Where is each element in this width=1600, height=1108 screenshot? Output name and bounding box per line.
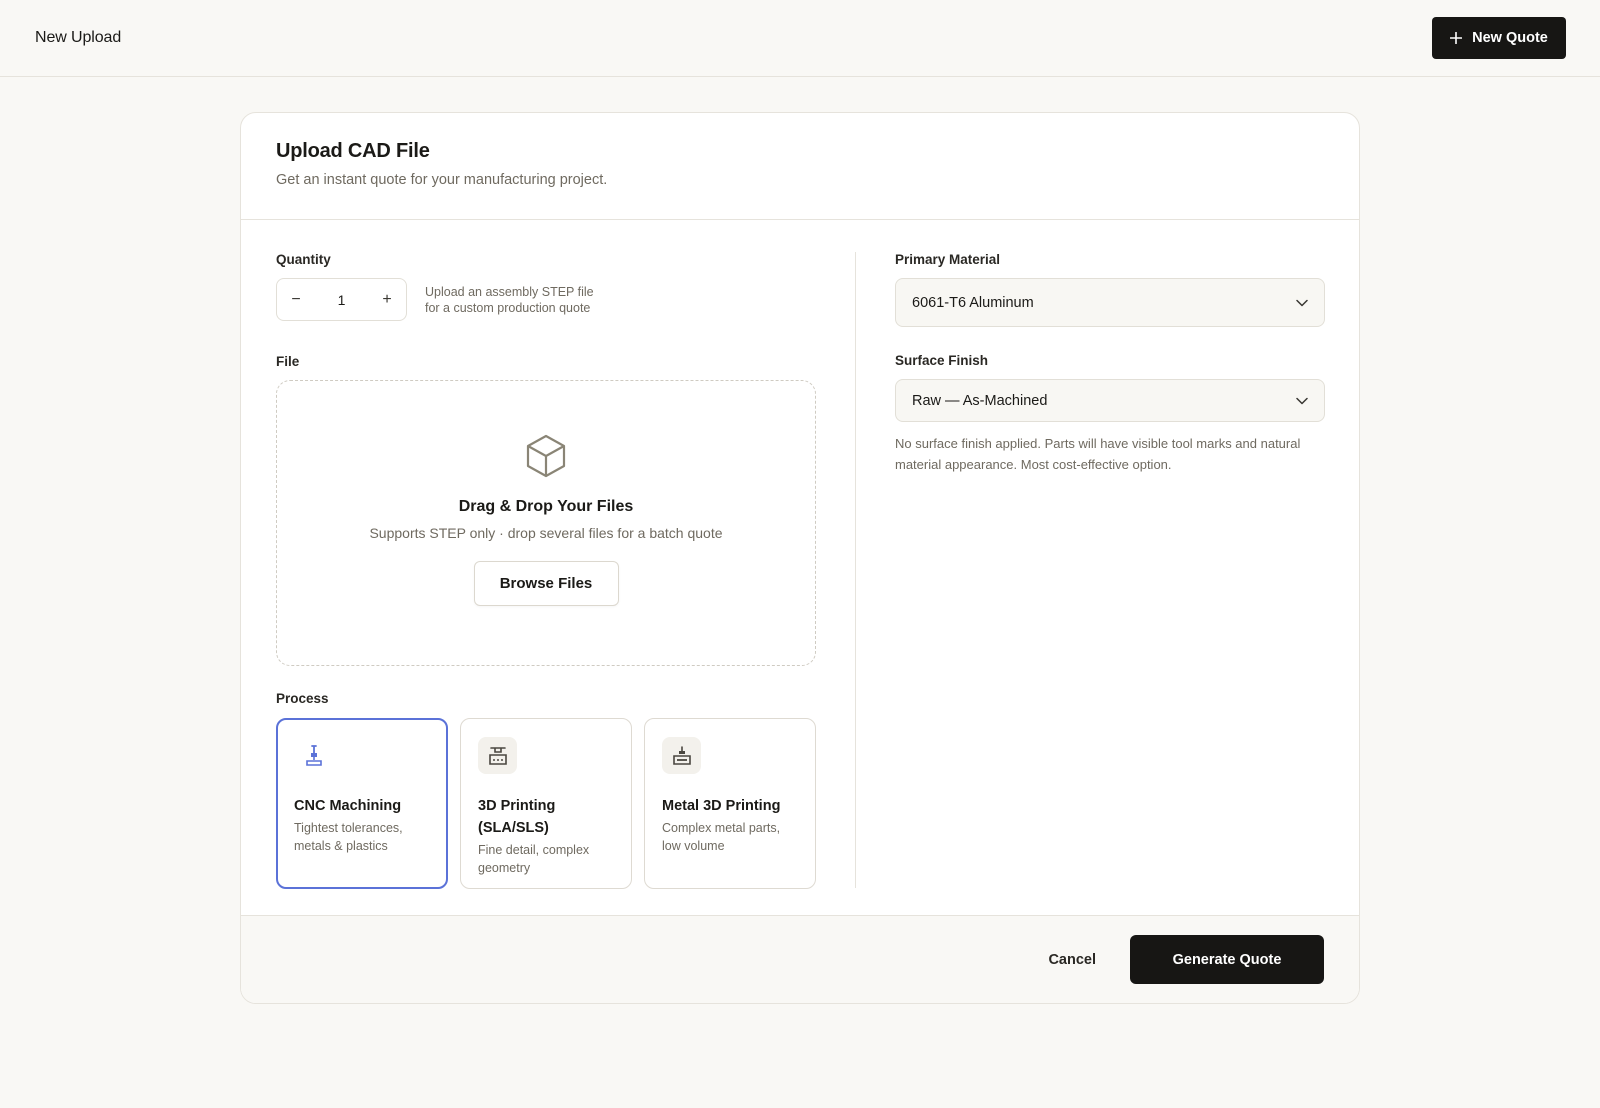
finish-select[interactable]: Raw — As-Machined	[895, 379, 1325, 422]
generate-quote-button[interactable]: Generate Quote	[1130, 935, 1324, 984]
new-quote-label: New Quote	[1472, 30, 1548, 46]
quantity-hint: Upload an assembly STEP file for a custo…	[425, 284, 594, 316]
dropzone-title: Drag & Drop Your Files	[458, 498, 634, 515]
finish-description: No surface finish applied. Parts will ha…	[895, 436, 1301, 472]
material-select[interactable]: 6061-T6 Aluminum	[895, 278, 1325, 327]
card-title: Upload CAD File	[276, 140, 430, 162]
finish-value: Raw — As-Machined	[912, 392, 1048, 409]
card-subtitle: Get an instant quote for your manufactur…	[276, 172, 608, 188]
material-label: Primary Material	[895, 252, 1001, 267]
dropzone-subtitle: Supports STEP only · drop several files …	[369, 525, 723, 541]
process-option-metal-3d-printing[interactable]: Metal 3D Printing Complex metal parts, l…	[644, 718, 816, 889]
quantity-hint-line2: for a custom production quote	[425, 300, 591, 315]
process-label: Process	[276, 691, 329, 706]
file-dropzone[interactable]: Drag & Drop Your Files Supports STEP onl…	[276, 380, 816, 666]
chevron-down-icon	[1296, 299, 1308, 306]
page-title: New Upload	[35, 29, 122, 46]
finish-label: Surface Finish	[895, 353, 989, 368]
card-header: Upload CAD File Get an instant quote for…	[241, 113, 1359, 220]
process-desc: Fine detail, complex geometry	[478, 843, 590, 875]
plus-icon	[1450, 32, 1463, 44]
decrement-button[interactable]: −	[283, 287, 309, 313]
quantity-stepper: − +	[276, 278, 407, 321]
3d-printer-icon	[478, 737, 517, 774]
top-bar: New Upload New Quote	[0, 0, 1600, 77]
process-name: Metal 3D Printing	[662, 798, 781, 814]
increment-button[interactable]: +	[374, 287, 400, 313]
quantity-row: − + Upload an assembly STEP file for a c…	[276, 278, 816, 321]
material-value: 6061-T6 Aluminum	[912, 294, 1034, 311]
process-option-cnc[interactable]: CNC Machining Tightest tolerances, metal…	[276, 718, 448, 889]
card-footer: Cancel Generate Quote	[241, 915, 1359, 1003]
file-label: File	[276, 354, 300, 369]
cube-icon	[526, 434, 566, 478]
process-name: 3D Printing (SLA/SLS)	[478, 798, 556, 836]
process-options: CNC Machining Tightest tolerances, metal…	[276, 718, 816, 889]
process-desc: Tightest tolerances, metals & plastics	[294, 821, 403, 853]
cnc-mill-icon	[294, 737, 333, 774]
left-column: Quantity − + Upload an assembly STEP fil…	[276, 252, 816, 889]
process-desc: Complex metal parts, low volume	[662, 821, 781, 853]
new-quote-button[interactable]: New Quote	[1432, 17, 1566, 59]
process-option-3d-printing[interactable]: 3D Printing (SLA/SLS) Fine detail, compl…	[460, 718, 632, 889]
cancel-button[interactable]: Cancel	[1048, 952, 1096, 968]
metal-printer-icon	[662, 737, 701, 774]
browse-files-button[interactable]: Browse Files	[473, 561, 619, 606]
upload-card: Upload CAD File Get an instant quote for…	[240, 112, 1360, 1004]
chevron-down-icon	[1296, 397, 1308, 404]
card-body: Quantity − + Upload an assembly STEP fil…	[241, 220, 1359, 920]
process-name: CNC Machining	[294, 798, 402, 814]
quantity-label: Quantity	[276, 252, 331, 267]
quantity-input[interactable]	[321, 291, 362, 308]
right-column: Primary Material 6061-T6 Aluminum Surfac…	[895, 252, 1325, 475]
quantity-hint-line1: Upload an assembly STEP file	[425, 284, 594, 299]
column-divider	[855, 252, 856, 888]
